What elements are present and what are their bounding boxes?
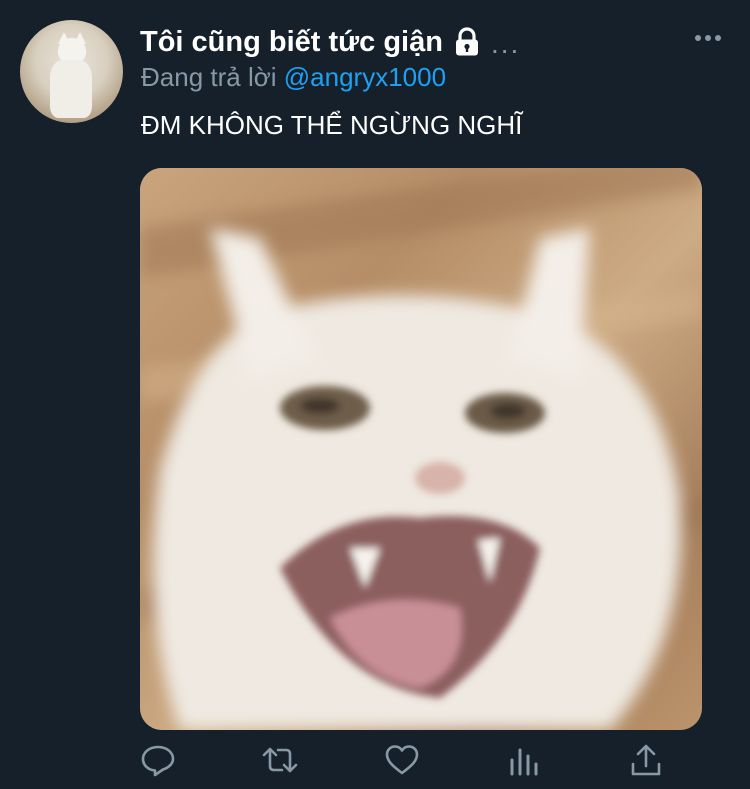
reply-handle-link[interactable]: @angryx1000 <box>284 62 446 92</box>
reply-prefix: Đang trả lời <box>141 62 284 92</box>
tweet-actions-bar <box>140 742 661 788</box>
analytics-icon[interactable] <box>506 742 542 778</box>
replying-to: Đang trả lời @angryx1000 <box>141 62 446 96</box>
avatar-cat-body <box>50 60 92 118</box>
tweet: Tôi cũng biết tức giận ... Đang trả lời … <box>0 0 750 789</box>
name-overflow-ellipsis: ... <box>490 28 521 59</box>
tweet-media-image[interactable] <box>140 168 702 730</box>
lock-icon <box>453 27 481 57</box>
screaming-cat-photo <box>140 168 702 730</box>
heart-icon[interactable] <box>384 742 420 778</box>
avatar[interactable] <box>20 20 123 123</box>
share-icon[interactable] <box>628 742 664 778</box>
reply-icon[interactable] <box>140 742 176 778</box>
tweet-text: ĐM KHÔNG THỂ NGỪNG NGHĨ <box>141 110 523 140</box>
tweet-header: Tôi cũng biết tức giận ... <box>140 22 690 62</box>
more-icon[interactable] <box>694 28 722 48</box>
retweet-icon[interactable] <box>262 742 298 778</box>
display-name[interactable]: Tôi cũng biết tức giận <box>140 26 443 59</box>
